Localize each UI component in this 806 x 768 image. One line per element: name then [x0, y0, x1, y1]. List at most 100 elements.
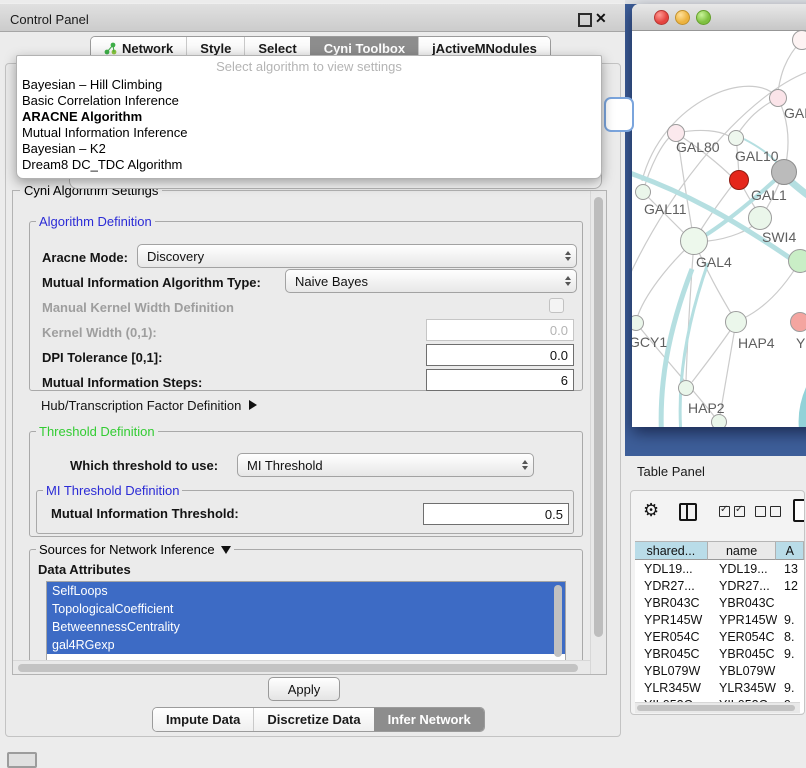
hub-section-toggle[interactable]: Hub/Transcription Factor Definition	[41, 398, 257, 413]
kernel-width-field[interactable]	[426, 319, 574, 341]
table-cell: YBR043C	[708, 594, 777, 611]
tab-label: Cyni Toolbox	[324, 41, 405, 56]
algorithm-option-aracne-algorithm[interactable]: ARACNE Algorithm	[17, 109, 601, 125]
table-row[interactable]: YDR27...YDR27...12	[635, 577, 804, 594]
dpi-tolerance-label: DPI Tolerance [0,1]:	[42, 350, 162, 365]
table-hscrollbar-track[interactable]	[635, 702, 800, 713]
table-row[interactable]: YBL079WYBL079W	[635, 662, 804, 679]
node-gal11[interactable]	[635, 184, 651, 200]
algorithm-option-bayesian-k2[interactable]: Bayesian – K2	[17, 141, 601, 157]
table-row[interactable]: YER054CYER054C8.	[635, 628, 804, 645]
settings-vscrollbar-thumb[interactable]	[594, 197, 603, 637]
network-view-window: GALGAL80GAL10GAL1GAL11GAL4SWI4GCY1HAP4YH…	[632, 4, 806, 427]
algorithm-dropdown-items: Bayesian – Hill ClimbingBasic Correlatio…	[17, 77, 601, 173]
node-bottom-partial[interactable]	[711, 414, 727, 427]
mi-type-label: Mutual Information Algorithm Type:	[42, 275, 261, 290]
manual-kernel-checkbox[interactable]	[549, 298, 564, 313]
partial-button[interactable]	[7, 752, 37, 768]
table-cell: YER054C	[708, 628, 777, 645]
tab-impute-data[interactable]: Impute Data	[153, 708, 253, 731]
node-label-gal10: GAL10	[735, 148, 779, 164]
dpi-tolerance-field[interactable]	[426, 344, 574, 366]
sources-group-title: Sources for Network Inference	[39, 542, 215, 557]
table-row[interactable]: YBR045CYBR045C9.	[635, 645, 804, 662]
apply-button[interactable]: Apply	[268, 677, 340, 701]
gear-icon[interactable]: ⚙	[643, 501, 659, 519]
attribute-item-selfloops[interactable]: SelfLoops	[47, 582, 565, 600]
node-label-gal80: GAL80	[676, 139, 720, 155]
mi-steps-field[interactable]	[426, 369, 574, 391]
network-canvas[interactable]: GALGAL80GAL10GAL1GAL11GAL4SWI4GCY1HAP4YH…	[632, 31, 806, 427]
tab-label: jActiveMNodules	[432, 41, 537, 56]
node-gal4[interactable]	[680, 227, 708, 255]
collapsed-arrow-icon	[249, 400, 257, 410]
mi-type-combobox[interactable]: Naive Bayes	[285, 269, 577, 293]
aracne-mode-combobox[interactable]: Discovery	[137, 244, 577, 268]
focused-combobox-partial[interactable]	[604, 97, 634, 132]
deselect-all-checkboxes-icon[interactable]	[755, 506, 781, 517]
mi-type-value: Naive Bayes	[295, 274, 368, 289]
threshold-definition-title: Threshold Definition	[36, 424, 158, 439]
algorithm-option-mutual-information-inference[interactable]: Mutual Information Inference	[17, 125, 601, 141]
data-attributes-label: Data Attributes	[38, 562, 131, 577]
node-gal1[interactable]	[748, 206, 772, 230]
node-swi4[interactable]	[788, 249, 806, 273]
table-row[interactable]: YBR043CYBR043C	[635, 594, 804, 611]
node-hap2[interactable]	[678, 380, 694, 396]
select-all-checkboxes-icon[interactable]	[719, 506, 745, 517]
table-cell: 8.	[777, 628, 804, 645]
tab-label: Infer Network	[388, 712, 471, 727]
columns-icon[interactable]	[679, 503, 697, 521]
zoom-button[interactable]	[696, 10, 711, 25]
bottom-tab-bar: Impute Data Discretize Data Infer Network	[152, 707, 485, 732]
table-cell: YBL079W	[635, 662, 708, 679]
node-salmon-node[interactable]	[790, 312, 806, 332]
stepper-arrows-icon	[565, 276, 571, 286]
which-threshold-label: Which threshold to use:	[70, 458, 218, 473]
column-header-name[interactable]: name	[708, 542, 777, 560]
tab-label: Impute Data	[166, 712, 240, 727]
column-header-a[interactable]: A	[776, 542, 804, 560]
attribute-item-topologicalcoefficient[interactable]: TopologicalCoefficient	[47, 600, 565, 618]
table-row[interactable]: YPR145WYPR145W9.	[635, 611, 804, 628]
list-scrollbar[interactable]	[554, 585, 562, 657]
close-icon[interactable]: ✕	[595, 10, 607, 27]
node-label-gal-partial: GAL	[784, 105, 806, 121]
node-gal10[interactable]	[728, 130, 744, 146]
algorithm-option-bayesian-hill-climbing[interactable]: Bayesian – Hill Climbing	[17, 77, 601, 93]
tab-infer-network[interactable]: Infer Network	[374, 708, 484, 731]
mi-threshold-field[interactable]	[423, 503, 569, 525]
table-row[interactable]: YLR345WYLR345W9.	[635, 679, 804, 696]
close-button[interactable]	[654, 10, 669, 25]
mi-steps-label: Mutual Information Steps:	[42, 375, 202, 390]
network-window-titlebar[interactable]	[632, 4, 806, 31]
algorithm-option-dream8-dc-tdc-algorithm[interactable]: Dream8 DC_TDC Algorithm	[17, 157, 601, 173]
settings-vscrollbar-track[interactable]	[590, 191, 607, 674]
tab-discretize-data[interactable]: Discretize Data	[253, 708, 373, 731]
table-row[interactable]: YDL19...YDL19...13	[635, 560, 804, 577]
table-cell: YDR27...	[708, 577, 777, 594]
mi-threshold-group-title: MI Threshold Definition	[43, 483, 182, 498]
which-threshold-combobox[interactable]: MI Threshold	[237, 453, 534, 477]
node-top-partial[interactable]	[792, 31, 806, 50]
table-panel-section: Table Panel ⚙ shared...nameA YDL19...YDL…	[625, 456, 806, 762]
document-icon[interactable]	[793, 499, 805, 522]
node-red-node[interactable]	[729, 170, 749, 190]
table-cell: YLR345W	[708, 679, 777, 696]
table-cell	[777, 662, 804, 679]
sources-group-toggle[interactable]: Sources for Network Inference	[36, 542, 234, 557]
minimize-button[interactable]	[675, 10, 690, 25]
data-attributes-list[interactable]: SelfLoopsTopologicalCoefficientBetweenne…	[46, 581, 566, 663]
node-label-gal4: GAL4	[696, 254, 732, 270]
attribute-item-betweennesscentrality[interactable]: BetweennessCentrality	[47, 618, 565, 636]
node-hap4[interactable]	[725, 311, 747, 333]
settings-hscrollbar-thumb[interactable]	[18, 664, 578, 672]
algorithm-option-basic-correlation-inference[interactable]: Basic Correlation Inference	[17, 93, 601, 109]
column-header-shared[interactable]: shared...	[635, 542, 708, 560]
node-gray-node[interactable]	[771, 159, 797, 185]
table-hscrollbar-thumb[interactable]	[637, 705, 795, 711]
float-icon[interactable]	[578, 13, 592, 27]
hub-section-label: Hub/Transcription Factor Definition	[41, 398, 241, 413]
settings-hscrollbar-track[interactable]	[13, 660, 590, 675]
attribute-item-gal4rgexp[interactable]: gal4RGexp	[47, 636, 565, 654]
